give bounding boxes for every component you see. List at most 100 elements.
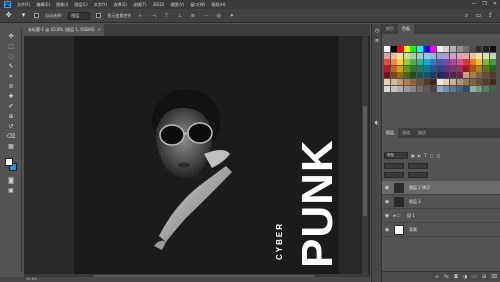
visibility-eye-icon[interactable]: ◉ xyxy=(382,227,392,233)
color-swatch[interactable] xyxy=(443,78,450,85)
history-panel-icon[interactable]: ◷ xyxy=(374,28,380,34)
color-swatch[interactable] xyxy=(449,78,456,85)
color-swatch[interactable] xyxy=(456,72,463,79)
color-swatch[interactable] xyxy=(482,78,489,85)
color-swatch[interactable] xyxy=(397,78,404,85)
crop-tool[interactable]: ⌗ xyxy=(4,72,18,81)
color-swatch[interactable] xyxy=(469,52,476,59)
move-tool[interactable]: ✥ xyxy=(4,32,18,41)
color-swatch[interactable] xyxy=(469,46,476,52)
color-swatch[interactable] xyxy=(443,52,450,59)
visibility-eye-icon[interactable]: ◉ xyxy=(382,199,392,205)
color-swatch[interactable] xyxy=(423,72,430,79)
3d-orbit-icon[interactable]: ◎ xyxy=(215,13,222,19)
color-swatch[interactable] xyxy=(397,46,404,52)
menu-type[interactable]: 文字(Y) xyxy=(94,2,108,8)
color-swatch[interactable] xyxy=(390,65,397,72)
menu-3d[interactable]: 3D(D) xyxy=(153,2,165,7)
menu-file[interactable]: 文件(F) xyxy=(17,2,30,8)
color-swatch[interactable] xyxy=(390,46,397,52)
color-swatch[interactable] xyxy=(449,52,456,59)
share-icon[interactable]: ⇪ xyxy=(487,12,494,20)
color-swatch[interactable] xyxy=(430,78,437,85)
properties-panel-icon[interactable]: ≣ xyxy=(374,38,380,44)
color-swatch[interactable] xyxy=(476,72,483,79)
color-swatch[interactable] xyxy=(384,46,390,52)
search-icon[interactable]: ⌕ xyxy=(463,12,470,20)
minimize-button[interactable]: — xyxy=(471,1,476,7)
color-swatch[interactable] xyxy=(410,52,417,59)
color-swatch[interactable] xyxy=(482,59,489,66)
swatches-grid[interactable] xyxy=(384,46,498,92)
color-swatch[interactable] xyxy=(403,78,410,85)
color-swatch[interactable] xyxy=(410,78,417,85)
color-swatch[interactable] xyxy=(489,59,496,66)
color-swatch[interactable] xyxy=(416,46,423,52)
kind-filter-dropdown[interactable]: 类型 xyxy=(384,151,408,159)
color-swatch[interactable] xyxy=(476,46,483,52)
color-swatch[interactable] xyxy=(436,85,443,92)
color-swatch[interactable] xyxy=(410,46,417,52)
color-swatch[interactable] xyxy=(482,85,489,92)
align-right-icon[interactable]: ⊤ xyxy=(163,13,170,19)
color-swatch[interactable] xyxy=(449,59,456,66)
vertical-scrollbar[interactable] xyxy=(362,36,368,274)
color-swatch[interactable] xyxy=(469,72,476,79)
color-swatch[interactable] xyxy=(443,85,450,92)
color-swatch[interactable] xyxy=(482,46,489,52)
restore-button[interactable]: ❐ xyxy=(482,1,486,7)
screen-mode-icon[interactable]: ▣ xyxy=(4,186,18,195)
color-swatch[interactable] xyxy=(430,65,437,72)
color-swatch[interactable] xyxy=(390,59,397,66)
brush-tool[interactable]: ✐ xyxy=(4,102,18,111)
color-swatch[interactable] xyxy=(390,85,397,92)
color-swatch[interactable] xyxy=(403,52,410,59)
3d-pan-icon[interactable]: ✦ xyxy=(228,13,235,19)
tab-layers[interactable]: 图层 xyxy=(382,128,398,138)
blend-mode-dropdown[interactable] xyxy=(384,162,404,169)
color-swatch[interactable] xyxy=(463,46,470,52)
color-swatch[interactable] xyxy=(403,59,410,66)
adjustments-panel-icon[interactable]: ◐ xyxy=(374,120,380,126)
color-swatch[interactable] xyxy=(410,59,417,66)
align-left-icon[interactable]: ⊢ xyxy=(137,13,144,19)
color-swatch[interactable] xyxy=(416,85,423,92)
color-swatch[interactable] xyxy=(430,52,437,59)
color-swatch[interactable] xyxy=(403,65,410,72)
color-swatch[interactable] xyxy=(384,59,390,66)
color-swatch[interactable] xyxy=(469,65,476,72)
color-swatch[interactable] xyxy=(384,78,390,85)
color-swatch[interactable] xyxy=(384,52,390,59)
color-swatch[interactable] xyxy=(397,65,404,72)
artboard[interactable]: PUNK CYBER xyxy=(74,36,339,274)
auto-select-dropdown[interactable]: 图层 xyxy=(68,11,91,20)
new-layer-icon[interactable]: ⊞ xyxy=(482,274,486,280)
color-swatch[interactable] xyxy=(436,59,443,66)
color-swatch[interactable] xyxy=(430,85,437,92)
color-swatch[interactable] xyxy=(456,52,463,59)
color-swatch[interactable] xyxy=(397,59,404,66)
color-swatch[interactable] xyxy=(489,52,496,59)
color-swatch[interactable] xyxy=(436,72,443,79)
menu-image[interactable]: 图像(I) xyxy=(56,2,68,8)
color-swatch[interactable] xyxy=(469,85,476,92)
color-swatch[interactable] xyxy=(463,65,470,72)
quick-mask-icon[interactable]: ◙ xyxy=(4,176,18,185)
tab-channels[interactable]: 通道 xyxy=(398,128,414,138)
color-swatch[interactable] xyxy=(482,65,489,72)
filter-smart-icon[interactable]: ◫ xyxy=(437,153,441,158)
color-swatch[interactable] xyxy=(416,65,423,72)
color-swatch[interactable] xyxy=(489,46,496,52)
color-swatch[interactable] xyxy=(443,46,450,52)
move-tool-icon[interactable]: ✥ xyxy=(4,11,13,20)
color-swatch[interactable] xyxy=(397,52,404,59)
quick-select-tool[interactable]: ✎ xyxy=(4,62,18,71)
tab-color[interactable]: 颜色 xyxy=(382,24,398,34)
tab-swatches[interactable]: 色板 xyxy=(398,24,414,34)
color-swatch[interactable] xyxy=(443,72,450,79)
color-swatch[interactable] xyxy=(416,72,423,79)
color-swatch[interactable] xyxy=(423,59,430,66)
color-swatch[interactable] xyxy=(476,78,483,85)
lock-options[interactable] xyxy=(384,171,404,178)
color-swatch[interactable] xyxy=(430,46,437,52)
